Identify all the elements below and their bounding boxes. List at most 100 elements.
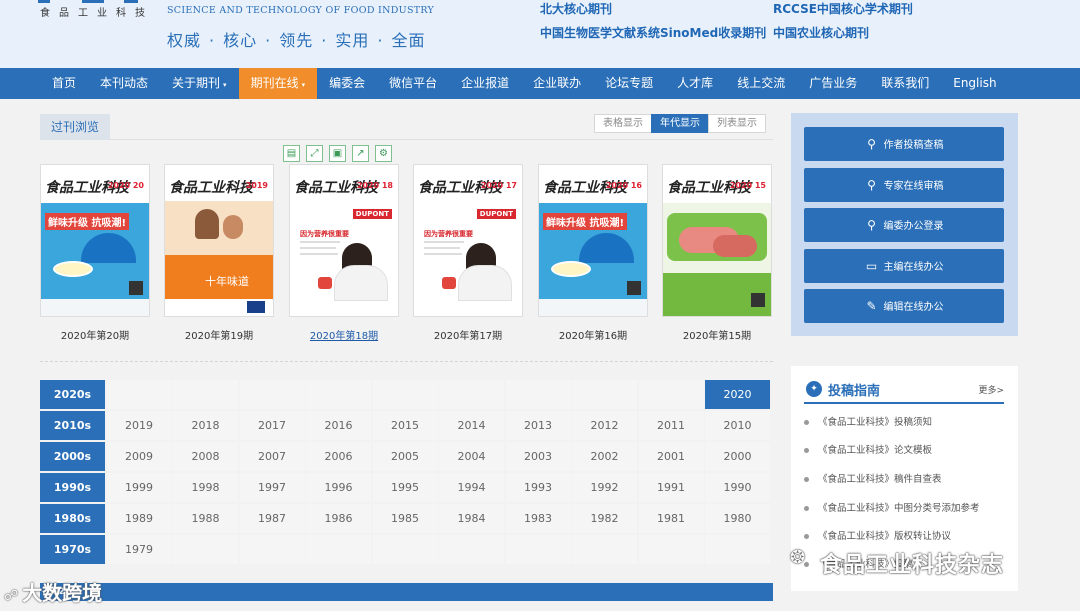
nav-about[interactable]: 关于期刊 ▾ <box>160 68 239 99</box>
nav-forum[interactable]: 论坛专题 <box>593 68 665 99</box>
decade-label[interactable]: 2000s <box>40 442 105 471</box>
year-cell[interactable]: 1996 <box>306 473 371 502</box>
year-cell[interactable]: 1989 <box>106 504 172 533</box>
browse-tab-title[interactable]: 过刊浏览 <box>40 114 110 140</box>
nav-talent[interactable]: 人才库 <box>665 68 725 99</box>
cover-image[interactable]: 食品工业科技 2020 15 <box>662 164 772 317</box>
decade-label[interactable]: 2010s <box>40 411 105 440</box>
year-cell[interactable]: 2017 <box>239 411 305 440</box>
cover-caption[interactable]: 2020年第18期 <box>289 327 399 342</box>
year-cell[interactable]: 2001 <box>638 442 704 471</box>
editorial-board-login-button[interactable]: ⚲ 编委办公登录 <box>804 208 1004 242</box>
book-icon[interactable]: ▤ <box>283 145 300 162</box>
year-cell[interactable]: 1995 <box>372 473 438 502</box>
year-cell[interactable]: 1981 <box>638 504 704 533</box>
nav-english[interactable]: English <box>941 68 1008 99</box>
year-cell[interactable]: 2014 <box>439 411 504 440</box>
year-cell[interactable]: 1998 <box>173 473 238 502</box>
logo-mark[interactable] <box>38 0 138 3</box>
year-cell[interactable]: 1990 <box>705 473 770 502</box>
expand-icon[interactable]: ⤢ <box>306 145 323 162</box>
decade-label[interactable]: 2020s <box>40 380 105 409</box>
cover-caption[interactable]: 2020年第16期 <box>538 327 648 342</box>
year-cell[interactable]: 1988 <box>173 504 238 533</box>
author-submit-button[interactable]: ⚲ 作者投稿查稿 <box>804 127 1004 161</box>
nav-journal-online[interactable]: 期刊在线 ▾ <box>238 68 318 99</box>
view-list-button[interactable]: 列表显示 <box>708 114 766 133</box>
nav-ads[interactable]: 广告业务 <box>797 68 869 99</box>
year-cell[interactable]: 2004 <box>439 442 504 471</box>
year-cell[interactable]: 2002 <box>572 442 637 471</box>
guide-item[interactable]: 《食品工业科技》投稿须知 <box>804 414 1009 428</box>
year-cell[interactable]: 1994 <box>439 473 504 502</box>
guide-item[interactable]: 《食品工业科技》版权转让协议 <box>804 528 1009 542</box>
year-cell[interactable]: 1991 <box>638 473 704 502</box>
index-link-pku-core[interactable]: 北大核心期刊 <box>540 0 612 17</box>
cover-image[interactable]: 食品工业科技 2020 20 鲜味升级 抗吸潮! <box>40 164 150 317</box>
year-cell[interactable]: 2003 <box>505 442 571 471</box>
year-cell[interactable]: 1987 <box>239 504 305 533</box>
year-cell[interactable]: 2016 <box>306 411 371 440</box>
cover-image[interactable]: 食品工业科技 2020 17 DUPONT 因为营养很重要 <box>413 164 523 317</box>
decade-label[interactable]: 1980s <box>40 504 105 533</box>
guide-item[interactable]: 《食品工业科技》稿件自查表 <box>804 471 1009 485</box>
index-link-agri-core[interactable]: 中国农业核心期刊 <box>773 24 869 41</box>
nav-wechat[interactable]: 微信平台 <box>377 68 449 99</box>
year-cell[interactable]: 2007 <box>239 442 305 471</box>
bullet-icon <box>804 477 809 482</box>
year-cell[interactable]: 1997 <box>239 473 305 502</box>
cover-image[interactable]: 食品工业科技 2019 十年味道 <box>164 164 274 317</box>
year-cell[interactable]: 2018 <box>173 411 238 440</box>
nav-news[interactable]: 本刊动态 <box>88 68 160 99</box>
year-cell[interactable]: 2013 <box>505 411 571 440</box>
decade-label[interactable]: 1990s <box>40 473 105 502</box>
cover-image[interactable]: 食品工业科技 2020 16 鲜味升级 抗吸潮! <box>538 164 648 317</box>
nav-home[interactable]: 首页 <box>40 68 88 99</box>
year-cell[interactable]: 1993 <box>505 473 571 502</box>
expert-review-button[interactable]: ⚲ 专家在线审稿 <box>804 168 1004 202</box>
cover-caption[interactable]: 2020年第17期 <box>413 327 523 342</box>
year-cell[interactable]: 2009 <box>106 442 172 471</box>
year-cell[interactable]: 2005 <box>372 442 438 471</box>
year-cell[interactable]: 1982 <box>572 504 637 533</box>
year-cell[interactable]: 1999 <box>106 473 172 502</box>
nav-editorial-board[interactable]: 编委会 <box>317 68 377 99</box>
year-cell[interactable]: 1979 <box>106 535 172 564</box>
year-cell[interactable]: 2006 <box>306 442 371 471</box>
chief-editor-office-button[interactable]: ▭ 主编在线办公 <box>804 249 1004 283</box>
nav-enterprise-coop[interactable]: 企业联办 <box>521 68 593 99</box>
year-cell[interactable]: 1985 <box>372 504 438 533</box>
year-cell[interactable]: 1986 <box>306 504 371 533</box>
view-table-button[interactable]: 表格显示 <box>594 114 652 133</box>
view-decade-button[interactable]: 年代显示 <box>651 114 709 133</box>
cover-caption[interactable]: 2020年第20期 <box>40 327 150 342</box>
year-cell[interactable]: 2008 <box>173 442 238 471</box>
cover-image[interactable]: 食品工业科技 2020 18 DUPONT 因为营养很重要 <box>289 164 399 317</box>
guide-item[interactable]: 《食品工业科技》中图分类号添加参考 <box>804 500 1009 514</box>
cover-caption[interactable]: 2020年第15期 <box>662 327 772 342</box>
share-icon[interactable]: ↗ <box>352 145 369 162</box>
settings-icon[interactable]: ⚙ <box>375 145 392 162</box>
save-icon[interactable]: ▣ <box>329 145 346 162</box>
nav-online-exchange[interactable]: 线上交流 <box>725 68 797 99</box>
nav-contact[interactable]: 联系我们 <box>869 68 941 99</box>
year-cell[interactable]: 2000 <box>705 442 770 471</box>
year-cell[interactable]: 2020 <box>705 380 770 409</box>
editor-office-button[interactable]: ✎ 编辑在线办公 <box>804 289 1004 323</box>
index-link-rccse[interactable]: RCCSE中国核心学术期刊 <box>773 0 913 17</box>
year-cell[interactable]: 2011 <box>638 411 704 440</box>
nav-enterprise-report[interactable]: 企业报道 <box>449 68 521 99</box>
year-cell[interactable]: 1980 <box>705 504 770 533</box>
decade-label[interactable]: 1970s <box>40 535 105 564</box>
more-link[interactable]: 更多> <box>978 383 1004 396</box>
index-link-sinomed[interactable]: 中国生物医学文献系统SinoMed收录期刊 <box>540 24 766 41</box>
year-cell[interactable]: 2019 <box>106 411 172 440</box>
cover-caption[interactable]: 2020年第19期 <box>164 327 274 342</box>
year-cell[interactable]: 1984 <box>439 504 504 533</box>
year-cell[interactable]: 2010 <box>705 411 770 440</box>
year-cell[interactable]: 2012 <box>572 411 637 440</box>
year-cell[interactable]: 1992 <box>572 473 637 502</box>
guide-item[interactable]: 《食品工业科技》论文模板 <box>804 442 1009 456</box>
year-cell[interactable]: 1983 <box>505 504 571 533</box>
year-cell[interactable]: 2015 <box>372 411 438 440</box>
